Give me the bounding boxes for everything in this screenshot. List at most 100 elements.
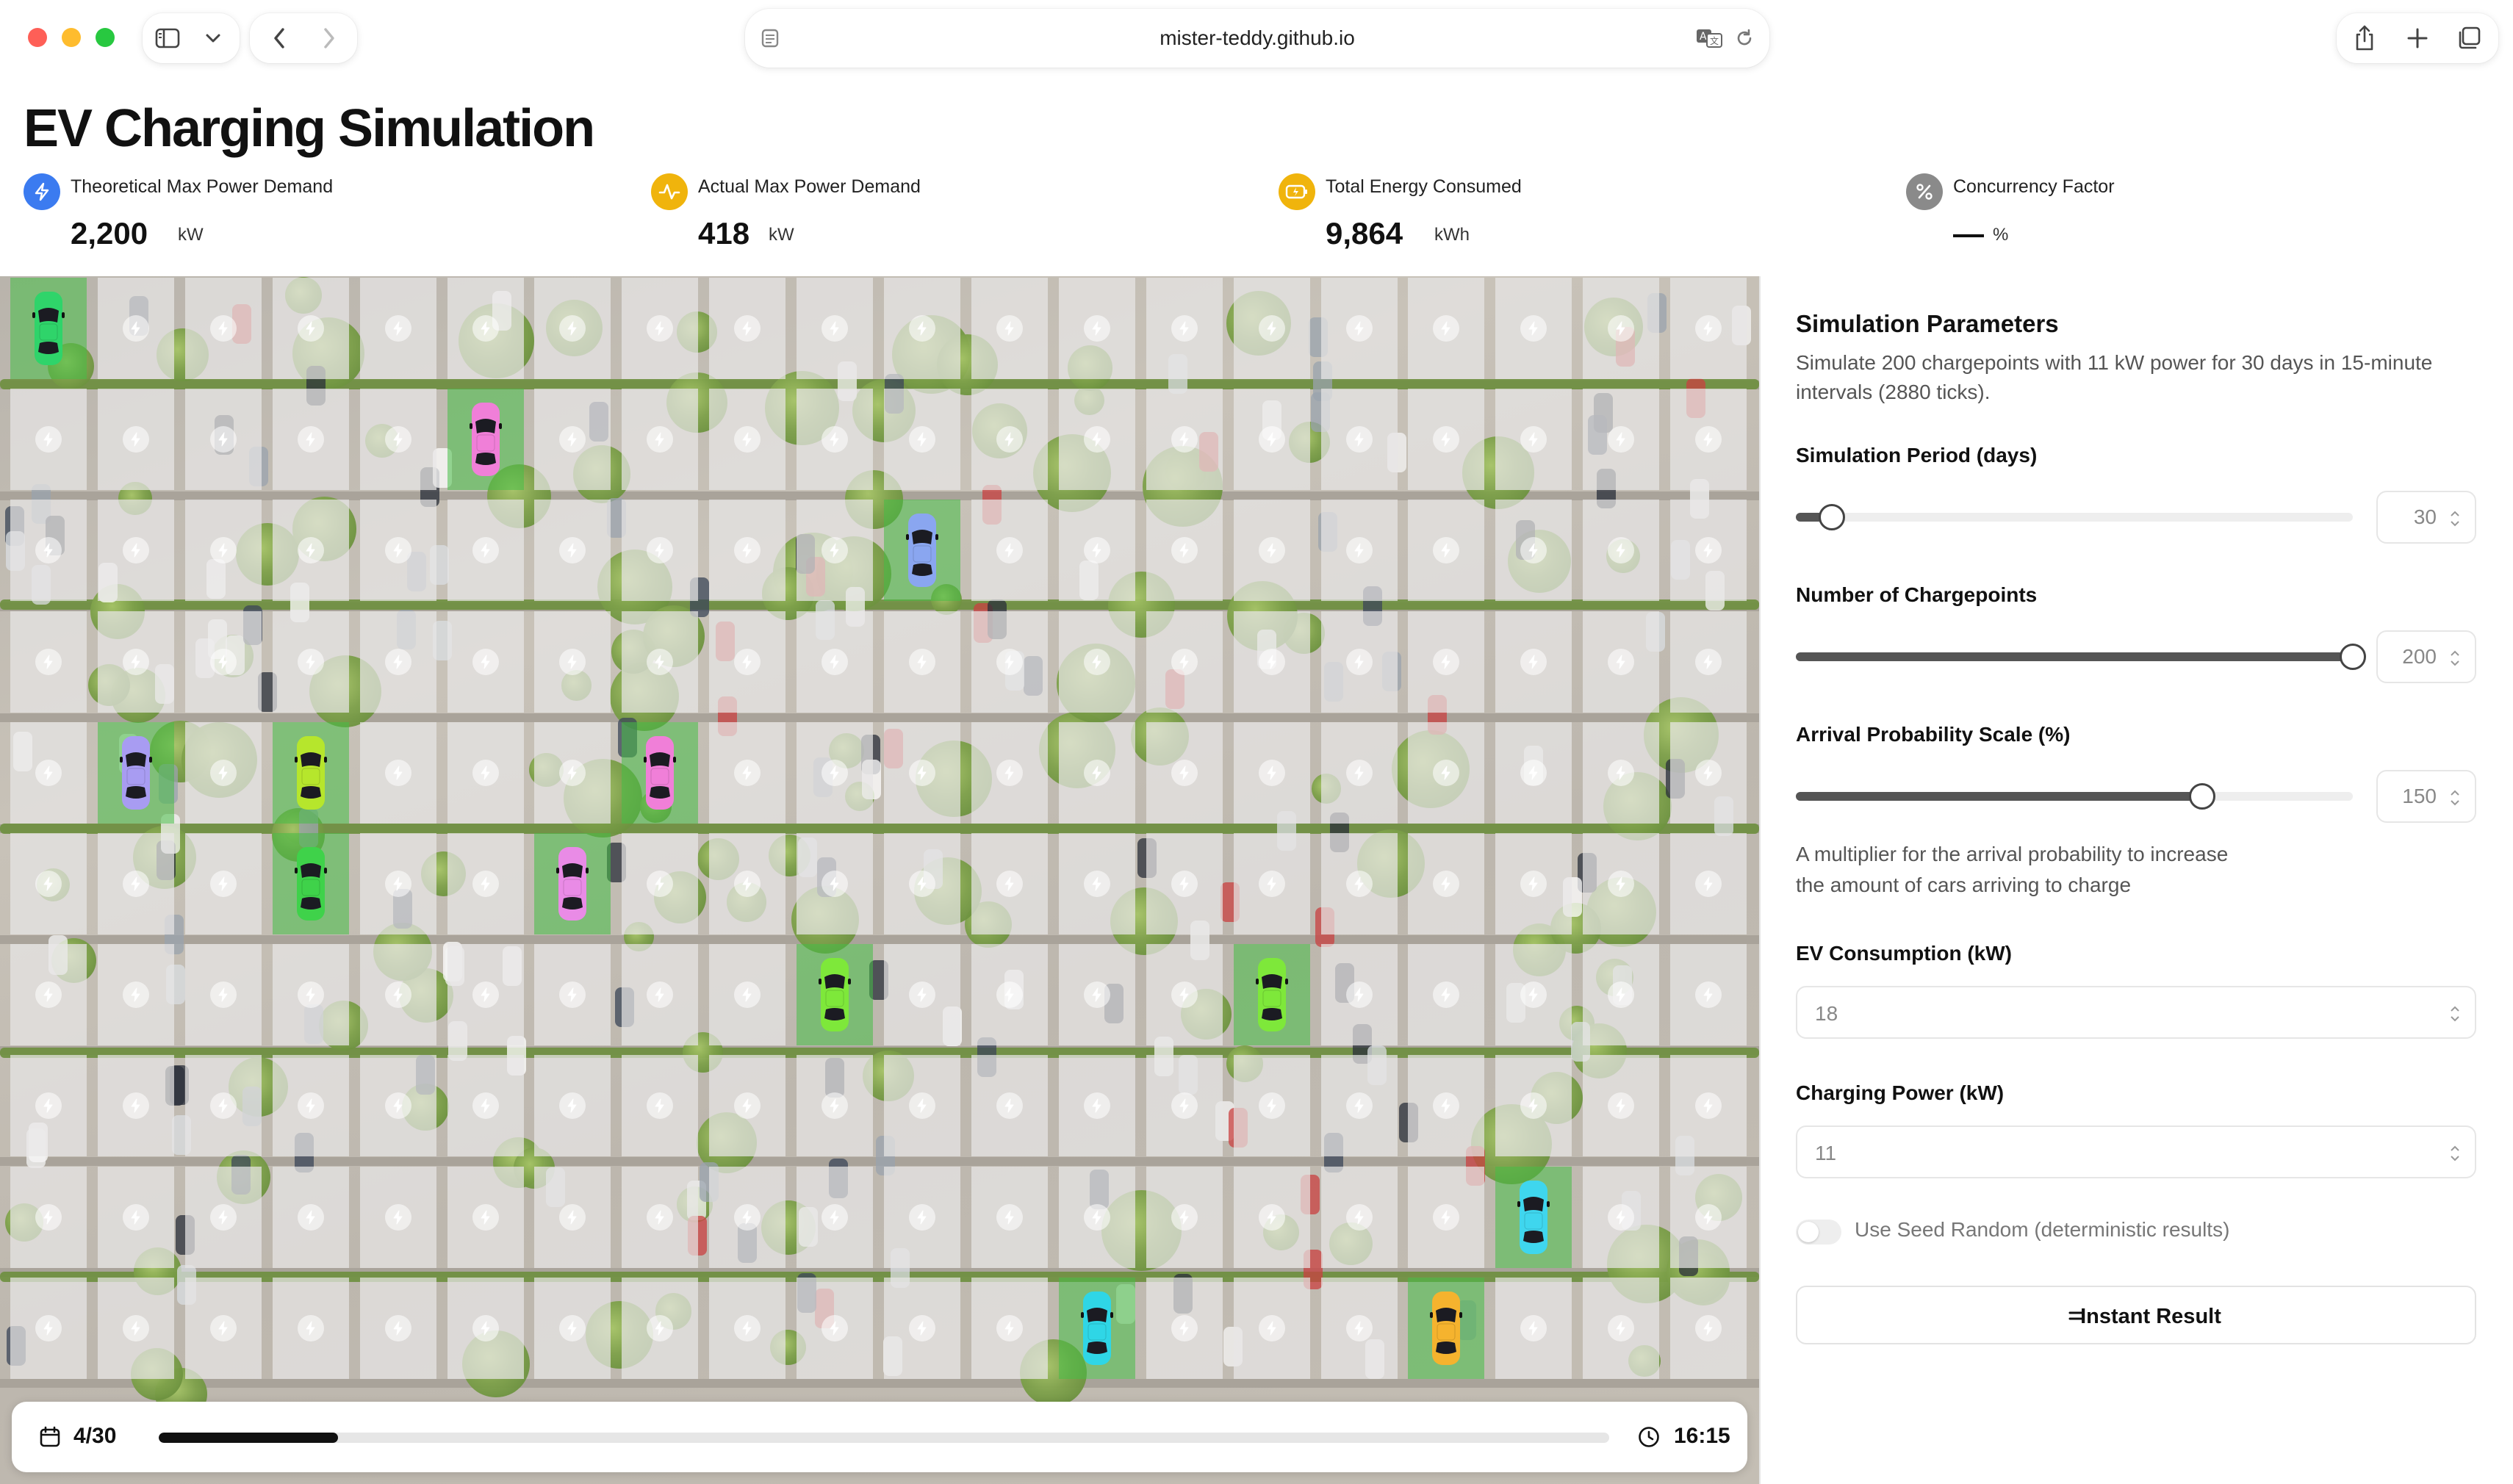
chargepoint-bolt-icon [1608,1203,1635,1231]
stepper-icon[interactable] [2448,508,2462,529]
new-tab-icon[interactable] [2401,22,2434,54]
forward-icon[interactable] [314,24,344,53]
chargepoint [884,1055,960,1157]
chargepoint-bolt-icon [1608,315,1635,342]
chargepoint-bolt-icon [1258,1314,1285,1341]
ev-consumption-input[interactable]: 18 [1796,986,2476,1039]
chargepoint [884,389,960,491]
chargepoint-bolt-icon [1433,759,1460,786]
sidebar-toggle-icon[interactable] [153,24,182,53]
chargepoint-bolt-icon [122,981,149,1009]
chargepoint-bolt-icon [1695,1092,1722,1120]
chargepoint [1583,389,1660,491]
slider-thumb[interactable] [1819,504,1846,530]
chargepoint [272,944,349,1046]
calendar-icon [37,1424,63,1450]
chargepoint-bolt-icon [1520,759,1547,786]
tab-overview-icon[interactable] [2453,22,2485,54]
bolt-icon [24,173,60,210]
chargepoint-bolt-icon [1433,871,1460,897]
clock-icon [1636,1424,1662,1450]
chevron-down-icon[interactable] [198,24,228,53]
chargepoint [1320,500,1398,602]
back-icon[interactable] [265,24,294,53]
chargepoint-bolt-icon [1433,1092,1460,1120]
translate-icon[interactable]: A文 [1694,25,1724,51]
chargepoint-bolt-icon [209,759,237,786]
chargepoint [1233,610,1310,713]
chargepoint [1233,721,1310,824]
chargepoint-bolt-icon [1608,981,1635,1009]
svg-text:A: A [1700,31,1707,43]
charging-power-input[interactable]: 11 [1796,1125,2476,1178]
seed-random-label: Use Seed Random (deterministic results) [1855,1218,2230,1241]
chargepoint [447,1277,524,1379]
chargepoint-bolt-icon [384,1092,411,1120]
simulation-period-slider[interactable] [1796,504,2353,530]
chargepoint [359,944,436,1046]
stepper-icon[interactable] [2448,1143,2462,1164]
chargepoint-bolt-icon [1258,1092,1285,1120]
chargepoint [184,944,262,1046]
chargepoint-bolt-icon [734,537,761,564]
metric-value: 2,200 [71,216,148,251]
battery-charging-icon [1279,173,1315,210]
address-bar[interactable]: mister-teddy.github.io A文 [745,9,1769,68]
panel-title: Simulation Parameters [1796,310,2059,337]
chargepoints-input[interactable]: 200 [2376,630,2476,683]
chargepoint [1670,500,1747,602]
arrival-scale-slider[interactable] [1796,783,2353,810]
chargepoint-bolt-icon [209,426,237,453]
chargepoint-bolt-icon [384,1314,411,1341]
chargepoint-bolt-icon [1520,981,1547,1009]
charging-car-icon [1430,1290,1463,1366]
chargepoint-bolt-icon [1520,315,1547,342]
chargepoint [1670,833,1747,934]
url-text: mister-teddy.github.io [1160,26,1355,49]
reload-icon[interactable] [1731,25,1758,51]
chargepoint-bolt-icon [1695,315,1722,342]
chargepoints-slider[interactable] [1796,644,2366,670]
chargepoint-bolt-icon [647,1314,674,1341]
metric-unit: % [1993,225,2009,245]
chargepoint-bolt-icon [1258,315,1285,342]
close-window-button[interactable] [28,28,47,47]
chargepoint [1233,1055,1310,1157]
chargepoint [1495,1055,1572,1157]
share-icon[interactable] [2348,22,2381,54]
arrival-scale-input[interactable]: 150 [2376,770,2476,823]
chargepoint-bolt-icon [822,537,849,564]
chargepoint [884,944,960,1046]
seed-random-toggle[interactable] [1796,1220,1841,1245]
chargepoint-bolt-icon [1171,1092,1198,1120]
chargepoint [1583,1055,1660,1157]
simulation-period-input[interactable]: 30 [2376,491,2476,544]
chargepoint [1495,500,1572,602]
chargepoint [1146,278,1223,379]
chargepoint-bolt-icon [122,1203,149,1231]
slider-thumb[interactable] [2340,644,2366,670]
chargepoint-bolt-icon [1171,1314,1198,1341]
chargepoint [447,1166,524,1268]
zoom-window-button[interactable] [96,28,115,47]
input-value: 11 [1815,1142,1837,1164]
chargepoint-bolt-icon [647,537,674,564]
chargepoint-bolt-icon [1258,1203,1285,1231]
stepper-icon[interactable] [2448,648,2462,669]
chargepoint-bolt-icon [35,981,62,1009]
chargepoint-bolt-icon [822,1314,849,1341]
chargepoint-bolt-icon [996,981,1023,1009]
chargepoint [272,278,349,379]
chargepoint-bolt-icon [647,1203,674,1231]
stepper-icon[interactable] [2448,788,2462,808]
instant-result-button[interactable]: Instant Result [1796,1286,2476,1344]
slider-thumb[interactable] [2189,783,2216,810]
stepper-icon[interactable] [2448,1004,2462,1024]
chargepoint [971,389,1048,491]
chargepoint-bolt-icon [35,1314,62,1341]
minimize-window-button[interactable] [62,28,81,47]
chargepoint [1583,1166,1660,1268]
chargepoint [709,1166,786,1268]
chargepoint [97,833,174,934]
progress-track[interactable] [159,1433,1609,1443]
